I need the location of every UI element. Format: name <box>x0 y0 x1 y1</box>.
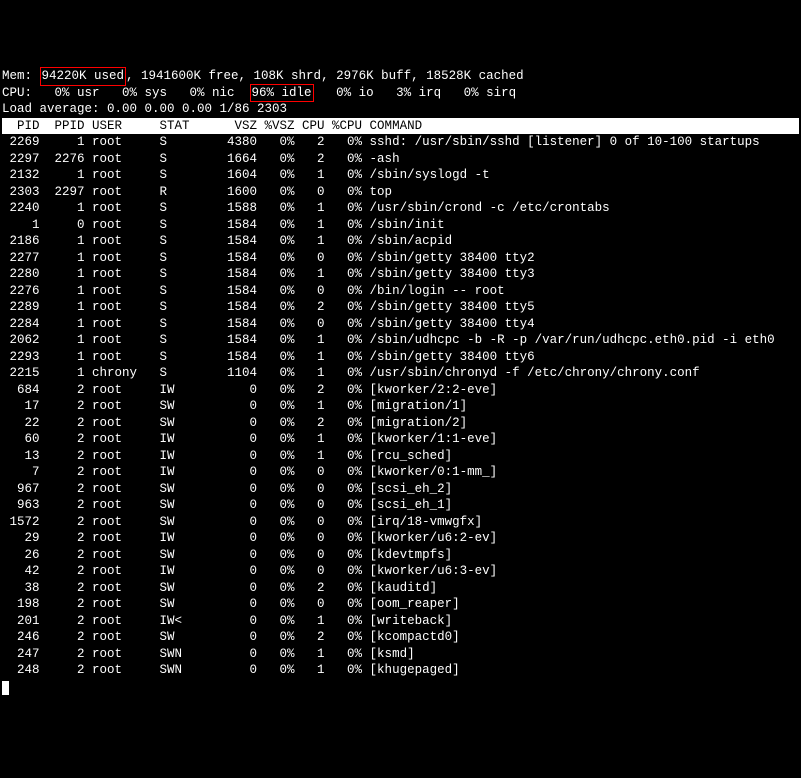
process-row: 248 2 root SWN 0 0% 1 0% [khugepaged] <box>2 662 799 679</box>
process-row: 2297 2276 root S 1664 0% 2 0% -ash <box>2 151 799 168</box>
terminal-output[interactable]: Mem: 94220K used, 1941600K free, 108K sh… <box>2 68 799 695</box>
cpu-line: CPU: 0% usr 0% sys 0% nic 96% idle 0% io… <box>2 85 799 102</box>
process-row: 29 2 root IW 0 0% 0 0% [kworker/u6:2-ev] <box>2 530 799 547</box>
process-row: 2240 1 root S 1588 0% 1 0% /usr/sbin/cro… <box>2 200 799 217</box>
process-row: 1572 2 root SW 0 0% 0 0% [irq/18-vmwgfx] <box>2 514 799 531</box>
load-line: Load average: 0.00 0.00 0.00 1/86 2303 <box>2 101 799 118</box>
process-row: 60 2 root IW 0 0% 1 0% [kworker/1:1-eve] <box>2 431 799 448</box>
process-row: 2293 1 root S 1584 0% 1 0% /sbin/getty 3… <box>2 349 799 366</box>
process-row: 2303 2297 root R 1600 0% 0 0% top <box>2 184 799 201</box>
mem-line: Mem: 94220K used, 1941600K free, 108K sh… <box>2 68 799 85</box>
process-row: 13 2 root IW 0 0% 1 0% [rcu_sched] <box>2 448 799 465</box>
cpu-idle-highlight: 96% idle <box>250 84 314 103</box>
process-row: 2062 1 root S 1584 0% 1 0% /sbin/udhcpc … <box>2 332 799 349</box>
process-row: 42 2 root IW 0 0% 0 0% [kworker/u6:3-ev] <box>2 563 799 580</box>
process-row: 1 0 root S 1584 0% 1 0% /sbin/init <box>2 217 799 234</box>
process-row: 2215 1 chrony S 1104 0% 1 0% /usr/sbin/c… <box>2 365 799 382</box>
process-row: 684 2 root IW 0 0% 2 0% [kworker/2:2-eve… <box>2 382 799 399</box>
process-row: 967 2 root SW 0 0% 0 0% [scsi_eh_2] <box>2 481 799 498</box>
cursor-line <box>2 679 799 696</box>
column-header-row: PID PPID USER STAT VSZ %VSZ CPU %CPU COM… <box>2 118 799 135</box>
process-row: 2186 1 root S 1584 0% 1 0% /sbin/acpid <box>2 233 799 250</box>
process-row: 2269 1 root S 4380 0% 2 0% sshd: /usr/sb… <box>2 134 799 151</box>
process-row: 17 2 root SW 0 0% 1 0% [migration/1] <box>2 398 799 415</box>
process-row: 247 2 root SWN 0 0% 1 0% [ksmd] <box>2 646 799 663</box>
mem-used-highlight: 94220K used <box>40 67 127 86</box>
process-row: 2132 1 root S 1604 0% 1 0% /sbin/syslogd… <box>2 167 799 184</box>
terminal-cursor <box>2 681 9 695</box>
process-row: 2276 1 root S 1584 0% 0 0% /bin/login --… <box>2 283 799 300</box>
process-row: 38 2 root SW 0 0% 2 0% [kauditd] <box>2 580 799 597</box>
process-row: 198 2 root SW 0 0% 0 0% [oom_reaper] <box>2 596 799 613</box>
process-row: 2284 1 root S 1584 0% 0 0% /sbin/getty 3… <box>2 316 799 333</box>
process-row: 7 2 root IW 0 0% 0 0% [kworker/0:1-mm_] <box>2 464 799 481</box>
process-row: 246 2 root SW 0 0% 2 0% [kcompactd0] <box>2 629 799 646</box>
process-row: 201 2 root IW< 0 0% 1 0% [writeback] <box>2 613 799 630</box>
process-row: 2280 1 root S 1584 0% 1 0% /sbin/getty 3… <box>2 266 799 283</box>
process-row: 2289 1 root S 1584 0% 2 0% /sbin/getty 3… <box>2 299 799 316</box>
process-row: 2277 1 root S 1584 0% 0 0% /sbin/getty 3… <box>2 250 799 267</box>
process-row: 963 2 root SW 0 0% 0 0% [scsi_eh_1] <box>2 497 799 514</box>
process-row: 26 2 root SW 0 0% 0 0% [kdevtmpfs] <box>2 547 799 564</box>
process-row: 22 2 root SW 0 0% 2 0% [migration/2] <box>2 415 799 432</box>
